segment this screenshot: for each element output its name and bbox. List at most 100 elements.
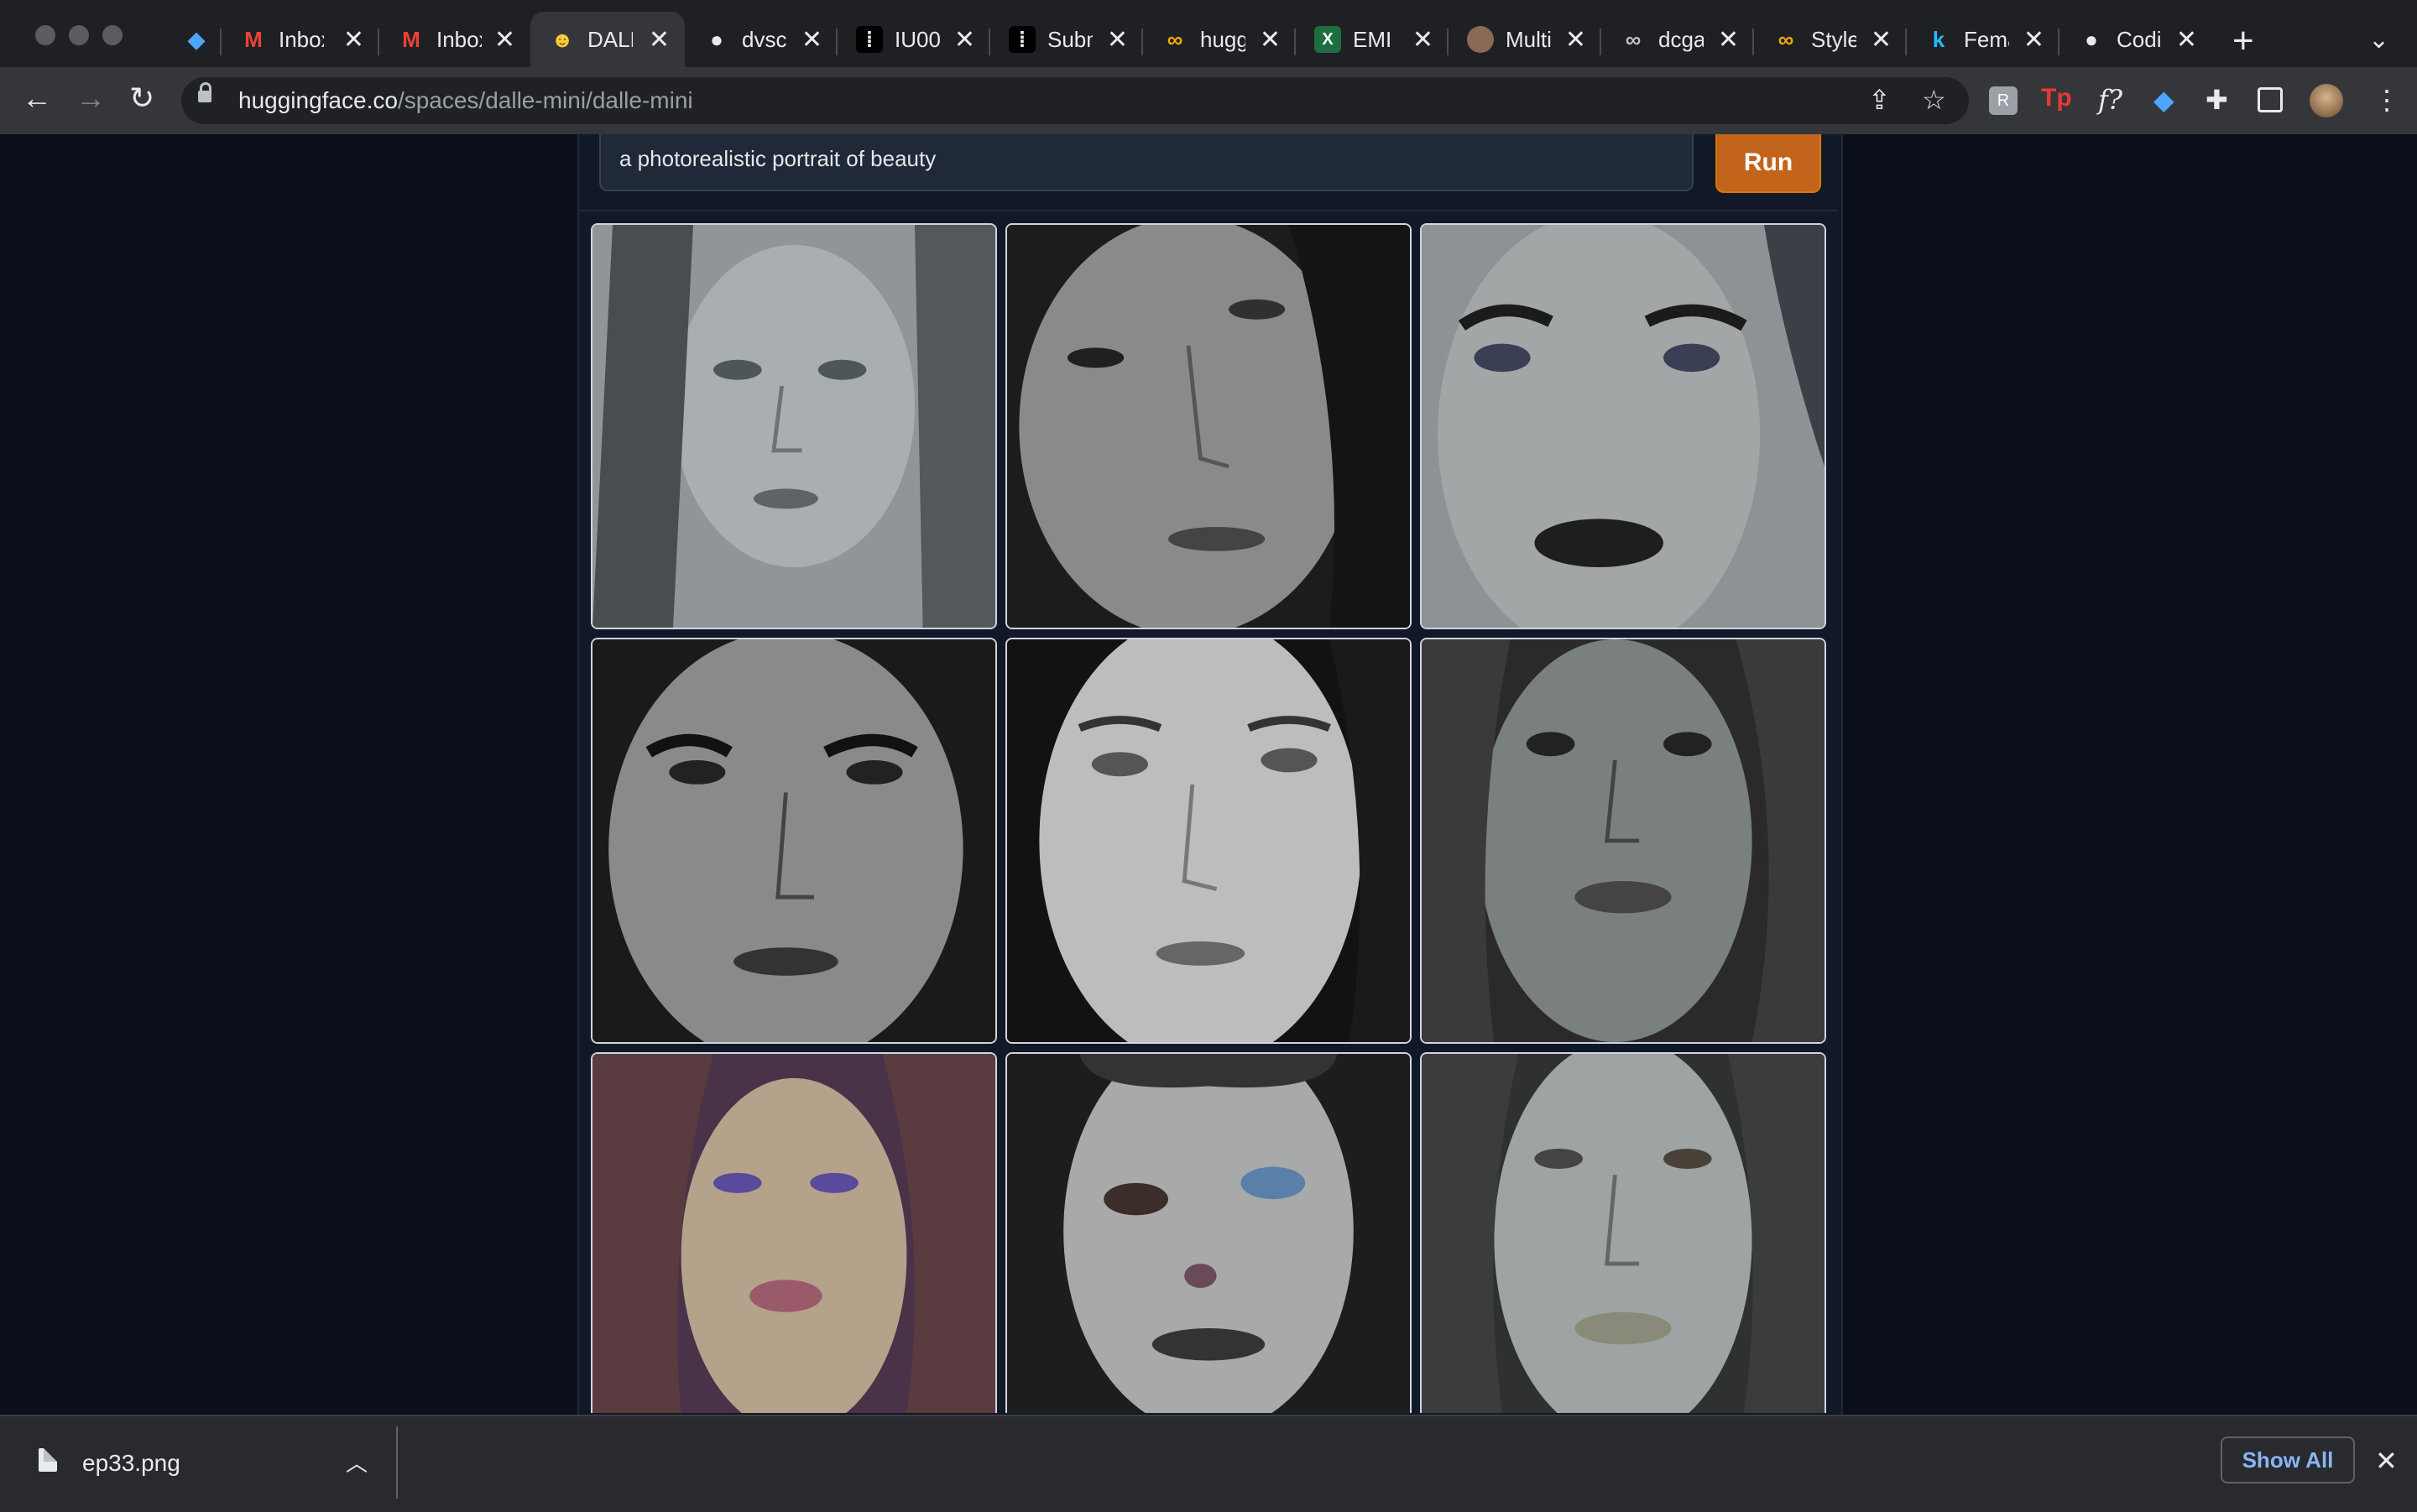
gallery-image-7[interactable] (591, 1052, 997, 1413)
tab-label: Subm (1047, 26, 1093, 52)
extension-icon[interactable]: R (1989, 86, 2018, 115)
url-path: /spaces/dalle-mini/dalle-mini (397, 87, 693, 113)
tab-label: hugg (1200, 26, 1245, 52)
tab-pinned[interactable]: ◆ (164, 12, 222, 67)
colab-icon: ∞ (1625, 26, 1642, 52)
diamond-extension-icon[interactable]: ◆ (2153, 84, 2174, 116)
tab-label: dvsc (742, 26, 787, 52)
puzzle-icon[interactable]: ✚ (2206, 84, 2228, 116)
gallery-image-6[interactable] (1420, 638, 1826, 1044)
tab-dalle[interactable]: ☻ DALL ✕ (530, 12, 685, 67)
forward-icon[interactable]: → (76, 81, 106, 116)
tab-label: Inbox (279, 26, 324, 52)
gallery-image-9[interactable] (1420, 1052, 1826, 1413)
tab-multi[interactable]: Multi ✕ (1449, 12, 1601, 67)
close-icon[interactable]: ✕ (1107, 25, 1128, 55)
tab-dcga[interactable]: ∞ dcga ✕ (1601, 12, 1754, 67)
lock-icon[interactable] (198, 82, 211, 102)
divider (396, 1426, 398, 1499)
close-icon[interactable]: ✕ (1871, 25, 1892, 55)
github-icon: ● (2085, 26, 2098, 52)
hugging-face-icon: ☻ (551, 26, 574, 52)
tab-hugg[interactable]: ∞ hugg ✕ (1143, 12, 1296, 67)
tab-codi[interactable]: ● Codi ✕ (2059, 12, 2212, 67)
colab-icon: ∞ (1778, 26, 1794, 52)
sidepanel-icon[interactable] (2258, 87, 2283, 112)
share-icon[interactable]: ⇪ (1868, 84, 1891, 116)
portrait-image (1422, 225, 1824, 628)
close-icon[interactable]: ✕ (2375, 1445, 2398, 1477)
close-icon[interactable]: ✕ (954, 25, 975, 55)
star-icon[interactable]: ☆ (1922, 84, 1946, 116)
colab-icon: ∞ (1167, 26, 1183, 52)
avatar[interactable] (2310, 84, 2343, 117)
tab-label: Inbox (436, 26, 482, 52)
tab-label: EMI I (1353, 26, 1398, 52)
gallery-image-3[interactable] (1420, 223, 1826, 629)
tab-inbox-2[interactable]: M Inbox ✕ (379, 12, 530, 67)
run-button[interactable]: Run (1715, 134, 1821, 193)
close-icon[interactable]: ✕ (1718, 25, 1739, 55)
image-icon (1467, 26, 1494, 53)
portrait-image (1007, 1054, 1410, 1413)
close-icon[interactable]: ✕ (1260, 25, 1281, 55)
download-file-name[interactable]: ep33.png (82, 1450, 180, 1477)
chevron-down-icon[interactable]: ⌄ (2368, 25, 2389, 55)
back-icon[interactable]: ← (22, 81, 52, 116)
tab-label: Style (1811, 26, 1856, 52)
close-window-icon[interactable] (35, 25, 55, 45)
github-icon: ● (710, 26, 723, 52)
portrait-image (593, 1054, 995, 1413)
portrait-image (1007, 639, 1410, 1042)
tab-style[interactable]: ∞ Style ✕ (1754, 12, 1907, 67)
kebab-menu-icon[interactable]: ⋮ (2373, 84, 2400, 116)
tp-extension-icon[interactable]: Tp (2041, 84, 2072, 112)
close-icon[interactable]: ✕ (649, 25, 670, 55)
app-icon: ⁞ (856, 26, 883, 53)
file-icon (39, 1448, 57, 1472)
gmail-icon: M (402, 26, 420, 52)
tab-github-dvsc[interactable]: ● dvsc ✕ (685, 12, 838, 67)
prompt-input[interactable]: a photorealistic portrait of beauty (599, 134, 1694, 191)
diamond-icon: ◆ (188, 26, 205, 52)
kaggle-icon: k (1932, 26, 1945, 52)
tab-subm[interactable]: ⁞ Subm ✕ (990, 12, 1143, 67)
tab-label: IU00 (895, 26, 940, 52)
chevron-up-icon[interactable]: ︿ (346, 1447, 368, 1478)
close-icon[interactable]: ✕ (343, 25, 364, 55)
portrait-image (1007, 225, 1410, 628)
tab-inbox-1[interactable]: M Inbox ✕ (222, 12, 379, 67)
gallery-image-4[interactable] (591, 638, 997, 1044)
tab-label: Multi (1506, 26, 1551, 52)
gallery-image-8[interactable] (1005, 1052, 1412, 1413)
close-icon[interactable]: ✕ (2176, 25, 2197, 55)
show-all-button[interactable]: Show All (2221, 1436, 2355, 1483)
minimize-window-icon[interactable] (69, 25, 89, 45)
formula-extension-icon[interactable]: f? (2098, 84, 2122, 116)
tab-label: DALL (587, 26, 633, 52)
url-text[interactable]: huggingface.co/spaces/dalle-mini/dalle-m… (238, 87, 693, 114)
tab-fema[interactable]: k Fema ✕ (1907, 12, 2059, 67)
portrait-image (1422, 1054, 1824, 1413)
gallery-image-5[interactable] (1005, 638, 1412, 1044)
close-icon[interactable]: ✕ (1412, 25, 1433, 55)
portrait-image (593, 639, 995, 1042)
gallery-image-2[interactable] (1005, 223, 1412, 629)
close-icon[interactable]: ✕ (1565, 25, 1586, 55)
url-domain: huggingface.co (238, 87, 398, 113)
portrait-image (593, 225, 995, 628)
close-icon[interactable]: ✕ (801, 25, 822, 55)
gallery-image-1[interactable] (591, 223, 997, 629)
close-icon[interactable]: ✕ (2023, 25, 2044, 55)
reload-icon[interactable]: ↻ (129, 81, 154, 116)
new-tab-icon[interactable]: + (2232, 20, 2254, 62)
gmail-icon: M (244, 26, 263, 52)
tab-emi[interactable]: X EMI I ✕ (1296, 12, 1449, 67)
close-icon[interactable]: ✕ (494, 25, 515, 55)
app-icon: ⁞ (1009, 26, 1036, 53)
tab-iu00[interactable]: ⁞ IU00 ✕ (838, 12, 990, 67)
tab-label: dcga (1658, 26, 1704, 52)
portrait-image (1422, 639, 1824, 1042)
tab-label: Fema (1964, 26, 2009, 52)
maximize-window-icon[interactable] (102, 25, 123, 45)
